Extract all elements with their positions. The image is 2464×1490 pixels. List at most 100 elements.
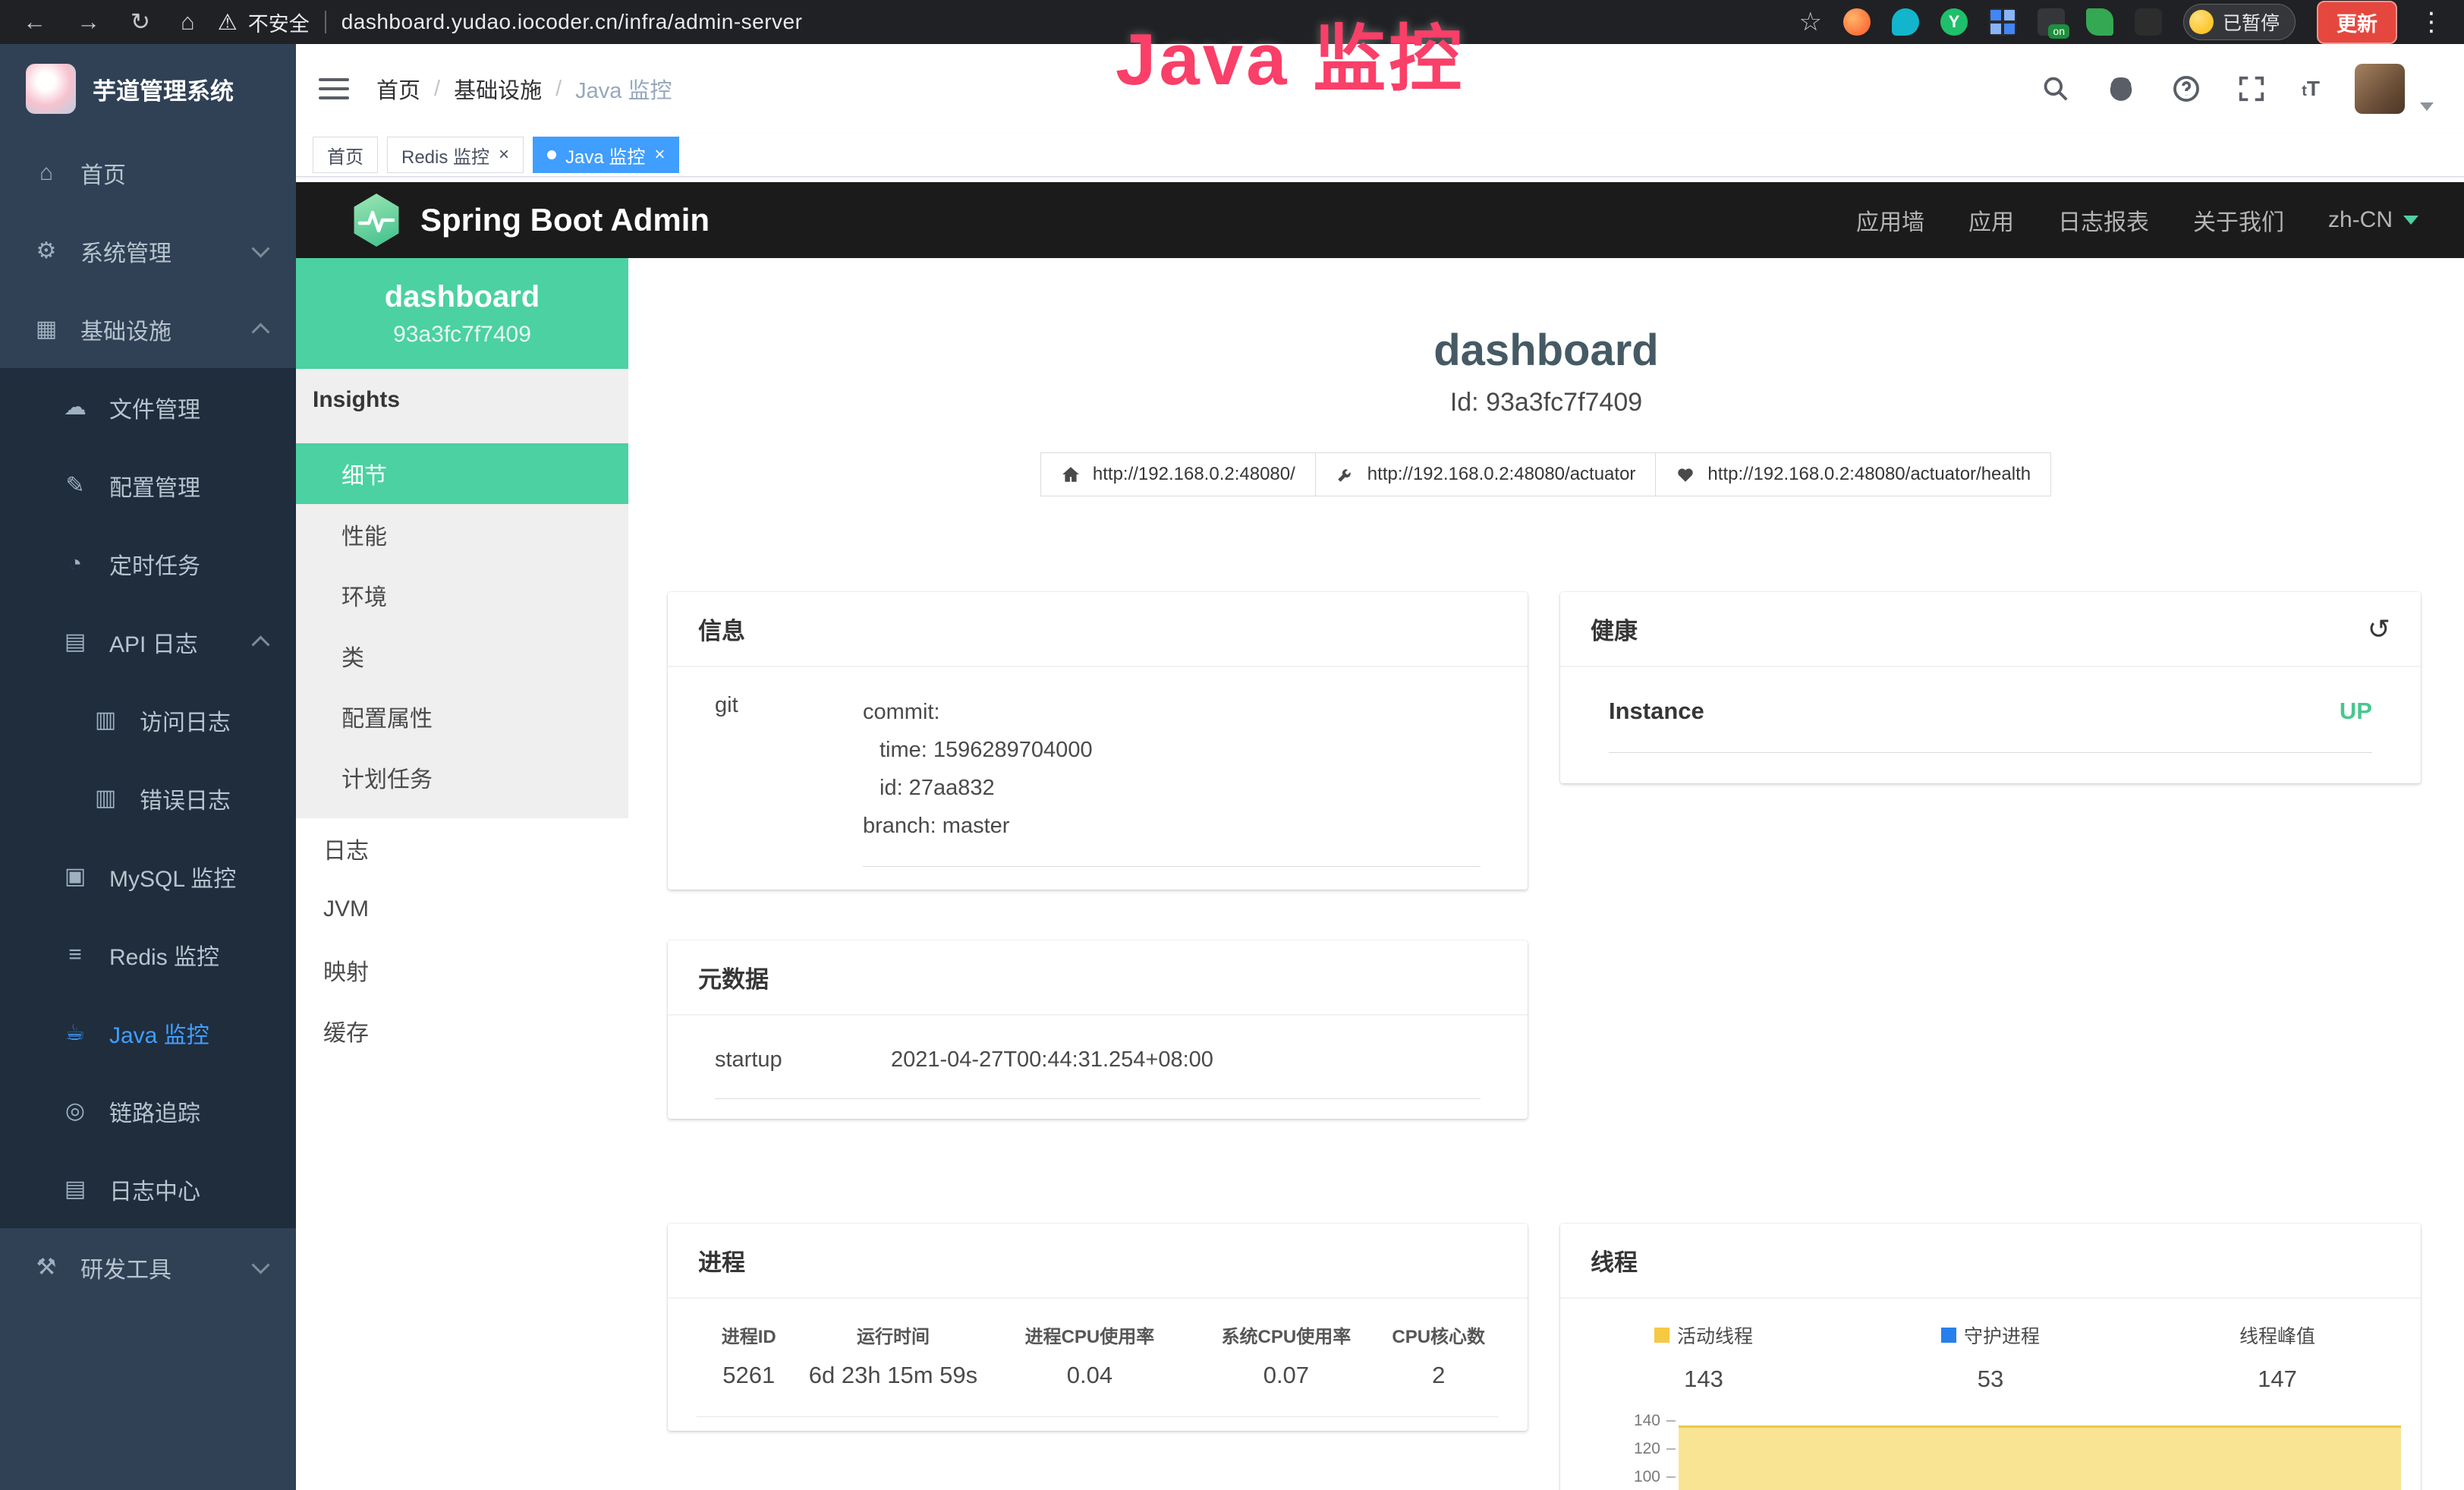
extension-icon-dark[interactable] bbox=[2135, 8, 2162, 36]
sba-menu-jvm[interactable]: JVM bbox=[296, 879, 628, 940]
sidebar-item-java-monitor[interactable]: ☕ Java 监控 bbox=[0, 994, 296, 1072]
app-header: 首页 / 基础设施 / Java 监控 tT bbox=[296, 44, 2464, 134]
back-icon[interactable]: ← bbox=[23, 8, 46, 36]
sidebar-item-error-logs[interactable]: ▥ 错误日志 bbox=[0, 759, 296, 837]
process-col-header: 进程CPU使用率 bbox=[986, 1321, 1194, 1348]
forward-icon[interactable]: → bbox=[77, 8, 100, 36]
sba-navbar: Spring Boot Admin 应用墙 应用 日志报表 关于我们 zh-CN bbox=[296, 182, 2464, 258]
tab-redis-monitor[interactable]: Redis 监控 × bbox=[387, 137, 524, 173]
help-icon[interactable] bbox=[2171, 74, 2201, 104]
page-title: dashboard bbox=[628, 325, 2464, 376]
breadcrumb-home[interactable]: 首页 bbox=[376, 73, 420, 105]
sidebar-item-file-management[interactable]: ☁ 文件管理 bbox=[0, 368, 296, 446]
instance-health-link[interactable]: http://192.168.0.2:48080/actuator/health bbox=[1655, 452, 2051, 496]
fullscreen-icon[interactable] bbox=[2236, 74, 2267, 104]
breadcrumb-section[interactable]: 基础设施 bbox=[454, 73, 542, 105]
security-label: 不安全 bbox=[248, 8, 310, 37]
sba-instance-block[interactable]: dashboard 93a3fc7f7409 bbox=[296, 258, 628, 369]
sidebar-item-config-management[interactable]: ✎ 配置管理 bbox=[0, 446, 296, 524]
extension-icon-green-circle[interactable]: Y bbox=[1940, 8, 1968, 36]
sba-menu-config-props[interactable]: 配置属性 bbox=[296, 686, 628, 747]
info-value: commit: time: 1596289704000 id: 27aa832 … bbox=[863, 693, 1481, 867]
instance-root-link[interactable]: http://192.168.0.2:48080/ bbox=[1040, 452, 1316, 496]
sba-locale-select[interactable]: zh-CN bbox=[2328, 207, 2418, 233]
link-label: http://192.168.0.2:48080/ bbox=[1093, 464, 1295, 485]
sba-instance-id: 93a3fc7f7409 bbox=[296, 322, 628, 348]
sidebar-item-access-logs[interactable]: ▥ 访问日志 bbox=[0, 681, 296, 759]
sidebar-item-home[interactable]: ⌂ 首页 bbox=[0, 134, 296, 212]
github-icon[interactable] bbox=[2106, 74, 2136, 104]
sidebar-item-api-logs[interactable]: ▤ API 日志 bbox=[0, 603, 296, 681]
sba-menu-mappings[interactable]: 映射 bbox=[296, 940, 628, 1000]
sidebar-item-infrastructure[interactable]: ▦ 基础设施 bbox=[0, 290, 296, 368]
y-axis-tick: 140 bbox=[1586, 1412, 1676, 1430]
home-icon[interactable]: ⌂ bbox=[181, 8, 195, 36]
app-logo-title[interactable]: 芋道管理系统 bbox=[0, 44, 296, 134]
font-size-icon[interactable]: tT bbox=[2302, 77, 2320, 101]
process-uptime-value: 6d 23h 15m 59s bbox=[801, 1362, 985, 1389]
y-axis-tick: 100 bbox=[1586, 1468, 1676, 1486]
chrome-menu-icon[interactable]: ⋮ bbox=[2418, 7, 2444, 37]
tab-label: Redis 监控 bbox=[401, 142, 489, 169]
tab-close-icon[interactable]: × bbox=[654, 146, 665, 164]
sidebar-item-dev-tools[interactable]: ⚒ 研发工具 bbox=[0, 1228, 296, 1306]
chevron-down-icon bbox=[251, 1255, 269, 1274]
extension-icon-drop[interactable] bbox=[1892, 8, 1919, 36]
instance-actuator-link[interactable]: http://192.168.0.2:48080/actuator bbox=[1315, 452, 1657, 496]
sidebar-item-system-management[interactable]: ⚙ 系统管理 bbox=[0, 212, 296, 290]
process-col-header: 系统CPU使用率 bbox=[1194, 1321, 1378, 1348]
chrome-update-button[interactable]: 更新 bbox=[2317, 1, 2397, 44]
sba-menu-environment[interactable]: 环境 bbox=[296, 565, 628, 625]
search-icon[interactable] bbox=[2041, 74, 2071, 104]
avatar-caret-icon[interactable] bbox=[2420, 102, 2434, 111]
database-icon: ▣ bbox=[61, 863, 90, 890]
extension-icon-leaf[interactable] bbox=[2086, 8, 2113, 36]
link-label: http://192.168.0.2:48080/actuator bbox=[1367, 464, 1636, 485]
health-row[interactable]: Instance UP bbox=[1609, 698, 2372, 753]
sidebar-collapse-icon[interactable] bbox=[319, 72, 349, 106]
y-axis-tick: 120 bbox=[1586, 1440, 1676, 1458]
sba-menu-performance[interactable]: 性能 bbox=[296, 504, 628, 565]
process-pid-value: 5261 bbox=[697, 1362, 801, 1389]
extension-icon-orange[interactable] bbox=[1843, 8, 1871, 36]
history-icon[interactable]: ↺ bbox=[2368, 616, 2390, 643]
sba-menu-classes[interactable]: 类 bbox=[296, 625, 628, 686]
metadata-card: 元数据 startup 2021-04-27T00:44:31.254+08:0… bbox=[668, 940, 1528, 1119]
sba-insights-label: Insights bbox=[296, 369, 628, 443]
sidebar-item-scheduled-tasks[interactable]: ◔ 定时任务 bbox=[0, 524, 296, 603]
tab-close-icon[interactable]: × bbox=[499, 146, 509, 164]
info-card: 信息 git commit: time: 1596289704000 id: 2… bbox=[668, 592, 1528, 890]
sidebar-item-trace[interactable]: ◎ 链路追踪 bbox=[0, 1072, 296, 1150]
sidebar-item-redis-monitor[interactable]: ≡ Redis 监控 bbox=[0, 915, 296, 994]
edit-icon: ✎ bbox=[61, 472, 90, 499]
divider bbox=[325, 11, 326, 33]
sba-nav-about[interactable]: 关于我们 bbox=[2193, 203, 2284, 237]
extension-icon-switch[interactable]: on bbox=[2038, 8, 2065, 36]
tab-home[interactable]: 首页 bbox=[313, 137, 378, 173]
sba-brand[interactable]: Spring Boot Admin bbox=[352, 194, 710, 247]
user-avatar[interactable] bbox=[2355, 64, 2405, 114]
sba-menu-logs[interactable]: 日志 bbox=[296, 818, 628, 879]
sba-menu-scheduled-tasks[interactable]: 计划任务 bbox=[296, 747, 628, 808]
profile-paused-badge[interactable]: 已暂停 bbox=[2183, 4, 2296, 40]
reload-icon[interactable]: ↻ bbox=[131, 8, 150, 36]
sba-menu-details[interactable]: 细节 bbox=[296, 443, 628, 504]
git-time-line: time: 1596289704000 bbox=[863, 731, 1481, 769]
gear-icon: ⚙ bbox=[32, 238, 61, 264]
sidebar-item-log-center[interactable]: ▤ 日志中心 bbox=[0, 1150, 296, 1228]
tab-java-monitor[interactable]: Java 监控 × bbox=[533, 137, 679, 173]
sba-nav-applications[interactable]: 应用 bbox=[1968, 203, 2014, 237]
sidebar-item-label: 访问日志 bbox=[140, 704, 231, 737]
address-bar[interactable]: dashboard.yudao.iocoder.cn/infra/admin-s… bbox=[341, 10, 803, 34]
sba-menu-caches[interactable]: 缓存 bbox=[296, 1000, 628, 1061]
sba-nav-journal[interactable]: 日志报表 bbox=[2058, 203, 2149, 237]
sidebar-item-mysql-monitor[interactable]: ▣ MySQL 监控 bbox=[0, 837, 296, 915]
bookmark-star-icon[interactable]: ☆ bbox=[1799, 7, 1822, 37]
sba-nav-wall[interactable]: 应用墙 bbox=[1856, 203, 1924, 237]
error-log-icon: ▥ bbox=[91, 785, 120, 811]
extension-icon-grid[interactable] bbox=[1989, 8, 2016, 36]
sidebar-item-label: MySQL 监控 bbox=[109, 860, 236, 893]
app-sidebar: 芋道管理系统 ⌂ 首页 ⚙ 系统管理 ▦ 基础设施 ☁ 文件管理 ✎ 配置管理 bbox=[0, 44, 296, 1490]
security-indicator[interactable]: ⚠ 不安全 bbox=[218, 8, 310, 37]
sidebar-item-label: Redis 监控 bbox=[109, 938, 219, 972]
